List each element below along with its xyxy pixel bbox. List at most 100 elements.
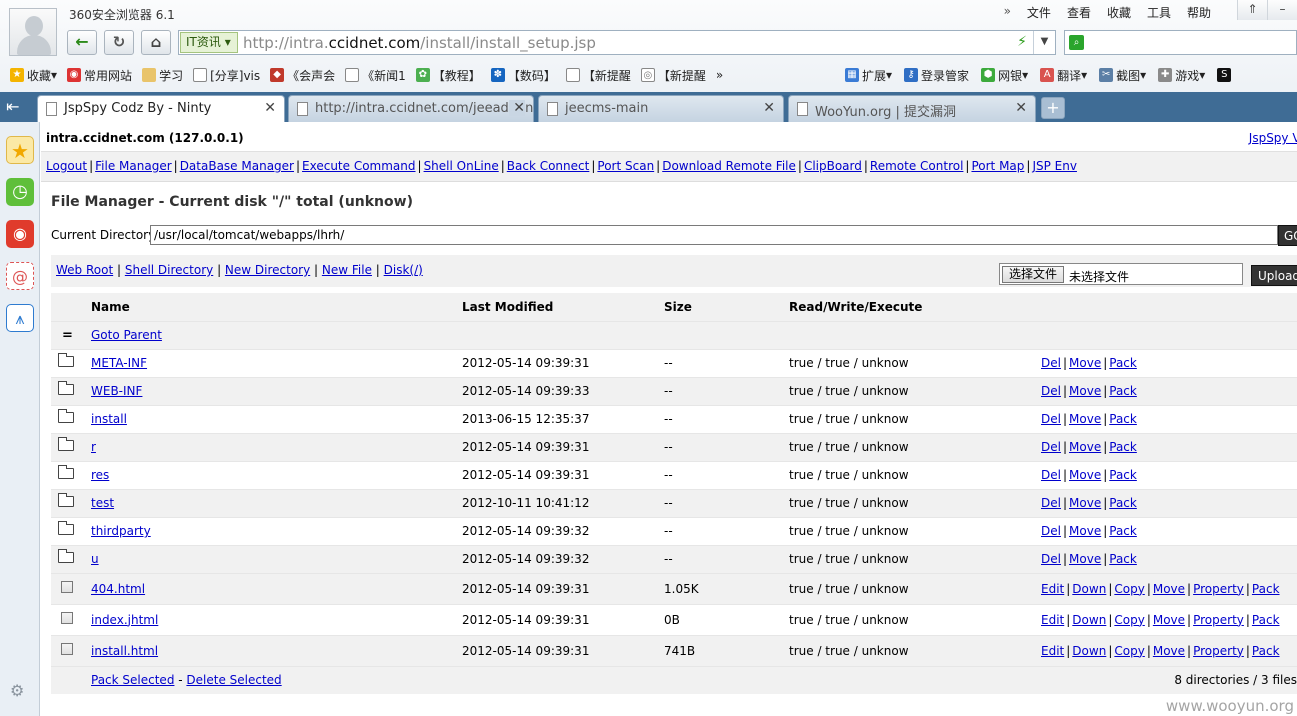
ext-item[interactable]: ⚷ 登录管家 xyxy=(904,67,969,84)
user-avatar-icon[interactable] xyxy=(9,8,57,56)
lightning-icon[interactable]: ⚡ xyxy=(1017,34,1027,50)
new-directory-link[interactable]: New Directory xyxy=(225,263,310,277)
dir-name-link[interactable]: u xyxy=(91,552,99,566)
pack-selected-link[interactable]: Pack Selected xyxy=(91,673,174,687)
chevron-down-icon[interactable]: ▼ xyxy=(1033,31,1055,54)
dir-action-move[interactable]: Move xyxy=(1069,524,1101,538)
dir-action-del[interactable]: Del xyxy=(1041,552,1061,566)
file-name-link[interactable]: 404.html xyxy=(91,582,145,596)
version-link[interactable]: JspSpy Ve xyxy=(1249,131,1297,145)
disk-link[interactable]: Disk(/) xyxy=(384,263,423,277)
fav-item[interactable]: 《新闻1 xyxy=(345,67,406,84)
ext-item[interactable]: S xyxy=(1217,68,1234,82)
tab-jeecms[interactable]: jeecms-main ✕ xyxy=(538,95,784,122)
menu-favorites[interactable]: 收藏 xyxy=(1107,4,1131,21)
file-action-copy[interactable]: Copy xyxy=(1114,644,1144,658)
dir-name-link[interactable]: res xyxy=(91,468,109,482)
fav-item[interactable]: ★ 收藏 ▾ xyxy=(10,67,57,84)
dir-action-move[interactable]: Move xyxy=(1069,356,1101,370)
address-url[interactable]: http://intra.ccidnet.com/install/install… xyxy=(243,34,596,52)
dir-action-del[interactable]: Del xyxy=(1041,524,1061,538)
file-action-down[interactable]: Down xyxy=(1072,582,1106,596)
nav-file-manager[interactable]: File Manager xyxy=(95,159,172,173)
nav-port-map[interactable]: Port Map xyxy=(971,159,1024,173)
file-upload-field[interactable]: 选择文件 未选择文件 xyxy=(999,263,1243,285)
dir-action-pack[interactable]: Pack xyxy=(1109,552,1137,566)
file-action-pack[interactable]: Pack xyxy=(1252,613,1280,627)
goto-parent-link[interactable]: Goto Parent xyxy=(91,328,162,342)
app-icon[interactable]: ⩚ xyxy=(6,304,34,332)
dir-action-pack[interactable]: Pack xyxy=(1109,356,1137,370)
new-tab-button[interactable]: + xyxy=(1041,97,1065,119)
dir-action-pack[interactable]: Pack xyxy=(1109,412,1137,426)
gear-icon[interactable]: ⚙ xyxy=(10,681,24,700)
dir-action-del[interactable]: Del xyxy=(1041,440,1061,454)
file-action-copy[interactable]: Copy xyxy=(1114,613,1144,627)
dir-action-del[interactable]: Del xyxy=(1041,356,1061,370)
dir-name-link[interactable]: WEB-INF xyxy=(91,384,142,398)
fav-more[interactable]: » xyxy=(716,68,723,82)
dir-action-pack[interactable]: Pack xyxy=(1109,496,1137,510)
dir-action-move[interactable]: Move xyxy=(1069,496,1101,510)
tab-wooyun[interactable]: WooYun.org | 提交漏洞 ✕ xyxy=(788,95,1036,122)
file-checkbox[interactable] xyxy=(61,581,73,593)
fav-item[interactable]: ✿ 【教程】 xyxy=(415,67,481,84)
shell-directory-link[interactable]: Shell Directory xyxy=(125,263,213,277)
address-tag[interactable]: IT资讯 ▾ xyxy=(180,32,238,53)
dir-action-del[interactable]: Del xyxy=(1041,384,1061,398)
file-action-copy[interactable]: Copy xyxy=(1114,582,1144,596)
clock-icon[interactable]: ◷ xyxy=(6,178,34,206)
file-action-property[interactable]: Property xyxy=(1193,613,1244,627)
dir-action-del[interactable]: Del xyxy=(1041,468,1061,482)
file-checkbox[interactable] xyxy=(61,643,73,655)
fav-item[interactable]: ◎ 【新提醒 xyxy=(640,67,706,84)
dir-action-pack[interactable]: Pack xyxy=(1109,384,1137,398)
nav-execute-command[interactable]: Execute Command xyxy=(302,159,415,173)
fav-item[interactable]: 学习 xyxy=(142,67,183,84)
dir-action-pack[interactable]: Pack xyxy=(1109,524,1137,538)
close-icon[interactable]: ✕ xyxy=(763,100,775,116)
minimize-button[interactable]: – xyxy=(1267,0,1297,20)
home-icon[interactable]: ⌂ xyxy=(141,30,171,55)
nav-logout[interactable]: Logout xyxy=(46,159,87,173)
ext-item[interactable]: ✚ 游戏 ▾ xyxy=(1158,67,1205,84)
nav-database-manager[interactable]: DataBase Manager xyxy=(180,159,294,173)
dir-name-link[interactable]: r xyxy=(91,440,96,454)
fav-item[interactable]: ◉ 常用网站 xyxy=(67,67,132,84)
pin-icon[interactable]: ⇑ xyxy=(1237,0,1267,20)
search-box[interactable]: ⌕ xyxy=(1064,30,1297,55)
web-root-link[interactable]: Web Root xyxy=(56,263,113,277)
ext-item[interactable]: ▦ 扩展 ▾ xyxy=(845,67,892,84)
menu-file[interactable]: 文件 xyxy=(1027,4,1051,21)
file-action-down[interactable]: Down xyxy=(1072,644,1106,658)
sidebar-toggle-icon[interactable]: ⇤ xyxy=(6,97,19,116)
dir-action-pack[interactable]: Pack xyxy=(1109,440,1137,454)
file-action-edit[interactable]: Edit xyxy=(1041,613,1064,627)
dir-action-pack[interactable]: Pack xyxy=(1109,468,1137,482)
dir-action-move[interactable]: Move xyxy=(1069,440,1101,454)
fav-item[interactable]: ◆ 《会声会 xyxy=(270,67,335,84)
nav-jsp-env[interactable]: JSP Env xyxy=(1032,159,1077,173)
file-action-pack[interactable]: Pack xyxy=(1252,582,1280,596)
file-action-move[interactable]: Move xyxy=(1153,582,1185,596)
fav-item[interactable]: 【新提醒 xyxy=(565,67,631,84)
dir-name-link[interactable]: thirdparty xyxy=(91,524,151,538)
file-action-pack[interactable]: Pack xyxy=(1252,644,1280,658)
close-icon[interactable]: ✕ xyxy=(264,100,276,116)
choose-file-button[interactable]: 选择文件 xyxy=(1002,266,1064,283)
nav-port-scan[interactable]: Port Scan xyxy=(597,159,654,173)
close-icon[interactable]: ✕ xyxy=(509,100,525,116)
delete-selected-link[interactable]: Delete Selected xyxy=(186,673,281,687)
back-arrow-icon[interactable]: ← xyxy=(67,30,97,55)
nav-shell-online[interactable]: Shell OnLine xyxy=(424,159,499,173)
upload-button[interactable]: Upload xyxy=(1251,265,1297,286)
dir-action-del[interactable]: Del xyxy=(1041,412,1061,426)
file-name-link[interactable]: index.jhtml xyxy=(91,613,158,627)
dir-action-move[interactable]: Move xyxy=(1069,468,1101,482)
current-directory-input[interactable] xyxy=(150,225,1278,245)
menu-more[interactable]: » xyxy=(1004,4,1011,21)
fav-item[interactable]: [分享]vis xyxy=(193,67,260,84)
go-button[interactable]: GO xyxy=(1278,225,1297,246)
nav-download-remote-file[interactable]: Download Remote File xyxy=(662,159,796,173)
new-file-link[interactable]: New File xyxy=(322,263,372,277)
